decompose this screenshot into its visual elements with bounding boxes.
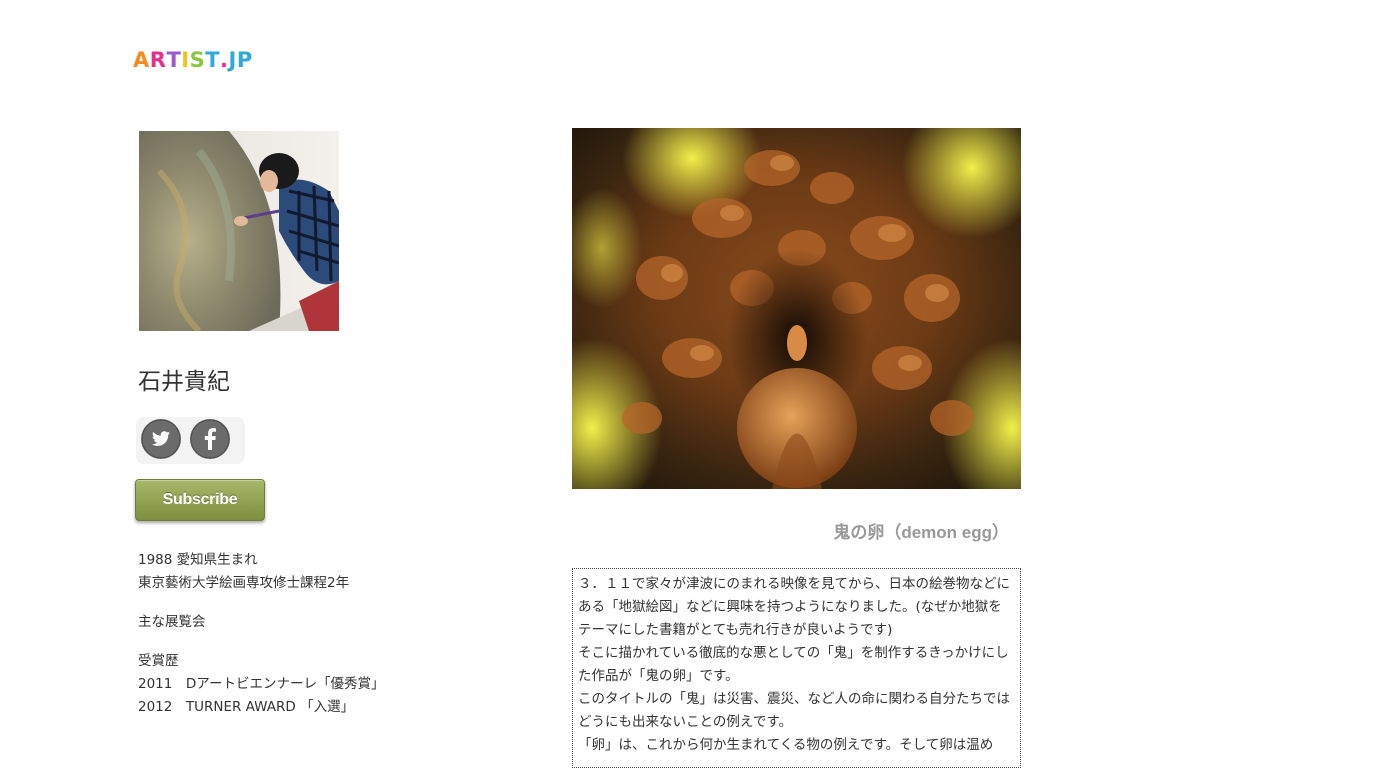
logo-letter: P xyxy=(236,48,253,72)
artist-avatar[interactable] xyxy=(139,131,339,331)
artist-photo xyxy=(139,131,339,331)
artist-name: 石井貴紀 xyxy=(138,369,230,395)
description-paragraph: そこに描かれている徹底的な悪としての「鬼」を制作するきっかけにした作品が「鬼の卵… xyxy=(578,645,1009,684)
logo-letter: R xyxy=(149,48,167,72)
awards-heading: 受賞歴 xyxy=(138,653,179,669)
work-title: 鬼の卵（demon egg） xyxy=(833,523,1009,542)
award-item: 2011 Dアートビエンナーレ「優秀賞」 xyxy=(138,676,385,692)
logo-letter: A xyxy=(133,48,150,72)
facebook-f-icon xyxy=(190,419,230,459)
description-paragraph: ３．１１で家々が津波にのまれる映像を見てから、日本の絵巻物などにある「地獄絵図」… xyxy=(578,576,1010,638)
exhibitions-heading: 主な展覧会 xyxy=(138,614,206,630)
bio-education: 東京藝術大学絵画専攻修士課程2年 xyxy=(138,575,350,591)
logo-letter: J xyxy=(228,48,237,72)
logo-letter: S xyxy=(189,48,206,72)
social-links xyxy=(136,417,245,464)
artwork-image[interactable] xyxy=(572,128,1021,489)
logo-letter: T xyxy=(205,48,221,72)
artist-bio: 1988 愛知県生まれ 東京藝術大学絵画専攻修士課程2年 主な展覧会 受賞歴 2… xyxy=(138,549,518,719)
twitter-button[interactable] xyxy=(141,419,181,459)
description-paragraph: このタイトルの「鬼」は災害、震災、など人の命に関わる自分たちではどうにも出来ない… xyxy=(578,691,1010,730)
work-description: ３．１１で家々が津波にのまれる映像を見てから、日本の絵巻物などにある「地獄絵図」… xyxy=(572,568,1021,768)
artwork-painting xyxy=(572,128,1021,489)
logo-letter: . xyxy=(220,48,229,72)
twitter-bird-icon xyxy=(141,419,181,459)
award-item: 2012 TURNER AWARD 「入選」 xyxy=(138,699,355,715)
logo-letter: T xyxy=(166,48,182,72)
subscribe-button[interactable]: Subscribe xyxy=(135,479,265,521)
logo-letter: I xyxy=(181,48,190,72)
bio-birth: 1988 愛知県生まれ xyxy=(138,552,258,568)
artist-jp-logo[interactable]: ARTIST.JP xyxy=(133,48,253,72)
facebook-button[interactable] xyxy=(190,419,230,459)
description-paragraph: 「卵」は、これから何か生まれてくる物の例えです。そして卵は温め xyxy=(578,737,994,753)
